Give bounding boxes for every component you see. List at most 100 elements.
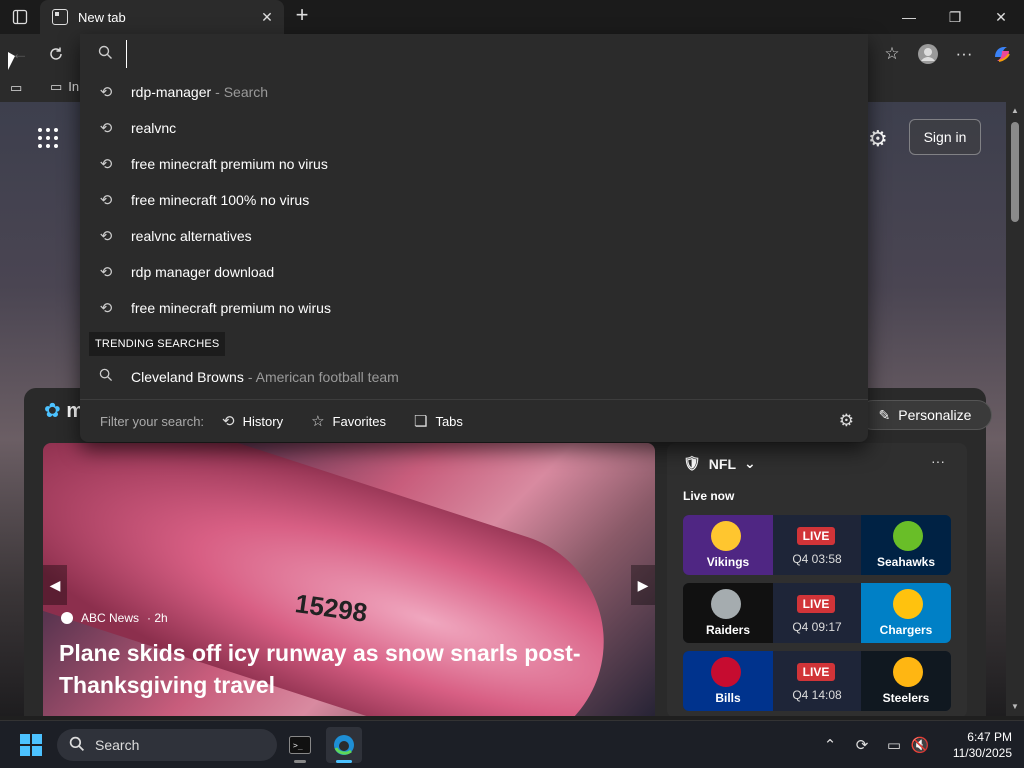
address-bar-dropdown: ⟲ rdp-manager - Search ⟲ realvnc ⟲ free … bbox=[80, 34, 868, 442]
new-tab-page-icon bbox=[52, 9, 68, 25]
tab-new-tab[interactable]: New tab ✕ bbox=[40, 0, 284, 34]
filter-favorites[interactable]: ☆ Favorites bbox=[311, 412, 386, 430]
suggestion-text: realvnc alternatives bbox=[131, 228, 252, 244]
search-settings-gear-icon[interactable]: ⚙ bbox=[839, 411, 854, 431]
system-clock[interactable]: 6:47 PM 11/30/2025 bbox=[948, 729, 1012, 761]
address-input[interactable] bbox=[126, 40, 826, 68]
settings-more-icon[interactable]: ··· bbox=[952, 42, 976, 66]
minimize-button[interactable]: — bbox=[886, 0, 932, 34]
reading-view-icon[interactable]: ▭ bbox=[10, 80, 22, 96]
nfl-more-options[interactable]: ··· bbox=[931, 453, 945, 469]
article-source: ABC News · 2h bbox=[61, 611, 168, 625]
suggestion-item[interactable]: ⟲ rdp manager download bbox=[80, 254, 868, 290]
live-now-label: Live now bbox=[683, 489, 735, 503]
favorites-star-icon[interactable]: ☆ bbox=[880, 42, 904, 66]
away-team-name: Chargers bbox=[879, 623, 933, 637]
taskbar-search[interactable]: Search bbox=[57, 729, 277, 761]
suggestion-text: free minecraft 100% no virus bbox=[131, 192, 310, 208]
home-team-name: Raiders bbox=[705, 623, 751, 637]
tab-title: New tab bbox=[78, 9, 126, 25]
tab-close-button[interactable]: ✕ bbox=[256, 6, 278, 28]
history-icon: ⟲ bbox=[99, 192, 113, 209]
history-icon: ⟲ bbox=[99, 120, 113, 137]
chevron-up-icon[interactable]: ⌃ bbox=[818, 733, 842, 757]
article-age: · 2h bbox=[147, 611, 168, 625]
raiders-logo-icon bbox=[711, 589, 741, 619]
favorites-folder[interactable]: ▭ In bbox=[50, 79, 79, 95]
folder-icon: ▭ bbox=[50, 79, 63, 94]
suggestion-item[interactable]: ⟲ free minecraft premium no virus bbox=[80, 146, 868, 182]
svg-text:>_: >_ bbox=[293, 741, 303, 750]
address-bar[interactable] bbox=[80, 34, 868, 74]
source-logo-icon bbox=[61, 612, 73, 624]
trending-searches-label: TRENDING SEARCHES bbox=[89, 332, 226, 356]
live-badge: LIVE bbox=[797, 663, 835, 681]
close-window-button[interactable]: ✕ bbox=[978, 0, 1024, 34]
tab-actions-icon[interactable] bbox=[8, 6, 32, 28]
tabs-icon: ❏ bbox=[414, 413, 428, 430]
apps-launcher-icon[interactable] bbox=[38, 128, 58, 148]
terminal-icon: >_ bbox=[289, 736, 311, 754]
taskbar-terminal[interactable]: >_ bbox=[282, 727, 318, 763]
filter-favorites-label: Favorites bbox=[332, 413, 386, 429]
suggestion-subtext: - Search bbox=[215, 84, 269, 100]
suggestion-item[interactable]: ⟲ rdp-manager - Search bbox=[80, 74, 868, 110]
suggestion-text: realvnc bbox=[131, 120, 177, 136]
suggestion-text: free minecraft premium no wirus bbox=[131, 300, 331, 316]
personalize-button[interactable]: ✎ Personalize bbox=[858, 400, 992, 430]
personalize-label: Personalize bbox=[898, 407, 972, 423]
scroll-up-arrow-icon[interactable]: ▲ bbox=[1010, 106, 1020, 115]
steelers-logo-icon bbox=[893, 657, 923, 687]
vikings-logo-icon bbox=[711, 521, 741, 551]
search-icon bbox=[69, 736, 85, 755]
filter-history[interactable]: ⟲ History bbox=[222, 412, 283, 430]
profile-avatar[interactable] bbox=[916, 42, 940, 66]
volume-muted-icon[interactable]: 🔇 bbox=[908, 733, 932, 757]
filter-tabs[interactable]: ❏ Tabs bbox=[414, 412, 463, 430]
away-team-name: Seahawks bbox=[876, 555, 936, 569]
live-badge: LIVE bbox=[797, 527, 835, 545]
game-card[interactable]: Bills Steelers LIVE Q4 14:08 bbox=[683, 651, 951, 711]
start-button-windows-icon[interactable] bbox=[20, 734, 42, 756]
chargers-logo-icon bbox=[893, 589, 923, 619]
game-card[interactable]: Vikings Seahawks LIVE Q4 03:58 bbox=[683, 515, 951, 575]
taskbar: Search >_ ⌃ ⟳ ▭ 🔇 6:47 PM 11/30/2025 bbox=[0, 720, 1024, 768]
search-icon bbox=[95, 368, 117, 386]
suggestion-item[interactable]: ⟲ free minecraft premium no wirus bbox=[80, 290, 868, 326]
page-settings-gear-icon[interactable]: ⚙ bbox=[868, 126, 888, 152]
carousel-next-button[interactable]: ▶ bbox=[631, 565, 655, 605]
filter-tabs-label: Tabs bbox=[435, 413, 463, 429]
sign-in-button[interactable]: Sign in bbox=[909, 119, 981, 155]
filter-history-label: History bbox=[242, 413, 284, 429]
history-icon: ⟲ bbox=[99, 84, 113, 101]
live-badge: LIVE bbox=[797, 595, 835, 613]
clock-time: 6:47 PM bbox=[967, 730, 1012, 744]
trending-subtext: - American football team bbox=[247, 369, 399, 385]
suggestion-item[interactable]: ⟲ realvnc alternatives bbox=[80, 218, 868, 254]
maximize-button[interactable]: ❐ bbox=[932, 0, 978, 34]
new-tab-button[interactable]: + bbox=[290, 4, 314, 28]
nfl-header[interactable]: 🛡 NFL ⌄ bbox=[683, 455, 756, 472]
copilot-icon[interactable] bbox=[990, 42, 1014, 66]
refresh-icon[interactable] bbox=[44, 42, 68, 66]
home-team-name: Bills bbox=[715, 691, 741, 705]
taskbar-edge[interactable] bbox=[326, 727, 362, 763]
msn-logo: ✿ m bbox=[44, 400, 85, 422]
carousel-prev-button[interactable]: ◀ bbox=[43, 565, 67, 605]
article-headline[interactable]: Plane skids off icy runway as snow snarl… bbox=[59, 637, 619, 701]
hero-article-card[interactable]: 15298 ◀ ▶ ABC News · 2h Plane skids off … bbox=[43, 443, 655, 716]
history-icon: ⟲ bbox=[222, 413, 235, 430]
network-icon[interactable]: ▭ bbox=[882, 733, 906, 757]
history-icon: ⟲ bbox=[99, 156, 113, 173]
sync-icon[interactable]: ⟳ bbox=[850, 733, 874, 757]
suggestion-item[interactable]: ⟲ realvnc bbox=[80, 110, 868, 146]
suggestion-text: rdp manager download bbox=[131, 264, 275, 280]
history-icon: ⟲ bbox=[99, 228, 113, 245]
game-card[interactable]: Raiders Chargers LIVE Q4 09:17 bbox=[683, 583, 951, 643]
scrollbar-thumb[interactable] bbox=[1011, 122, 1019, 222]
suggestion-item[interactable]: ⟲ free minecraft 100% no virus bbox=[80, 182, 868, 218]
scroll-down-arrow-icon[interactable]: ▼ bbox=[1010, 702, 1020, 711]
trending-item[interactable]: Cleveland Browns - American football tea… bbox=[80, 359, 868, 395]
source-name: ABC News bbox=[81, 611, 140, 625]
page-scrollbar[interactable]: ▲ ▼ bbox=[1006, 102, 1024, 716]
